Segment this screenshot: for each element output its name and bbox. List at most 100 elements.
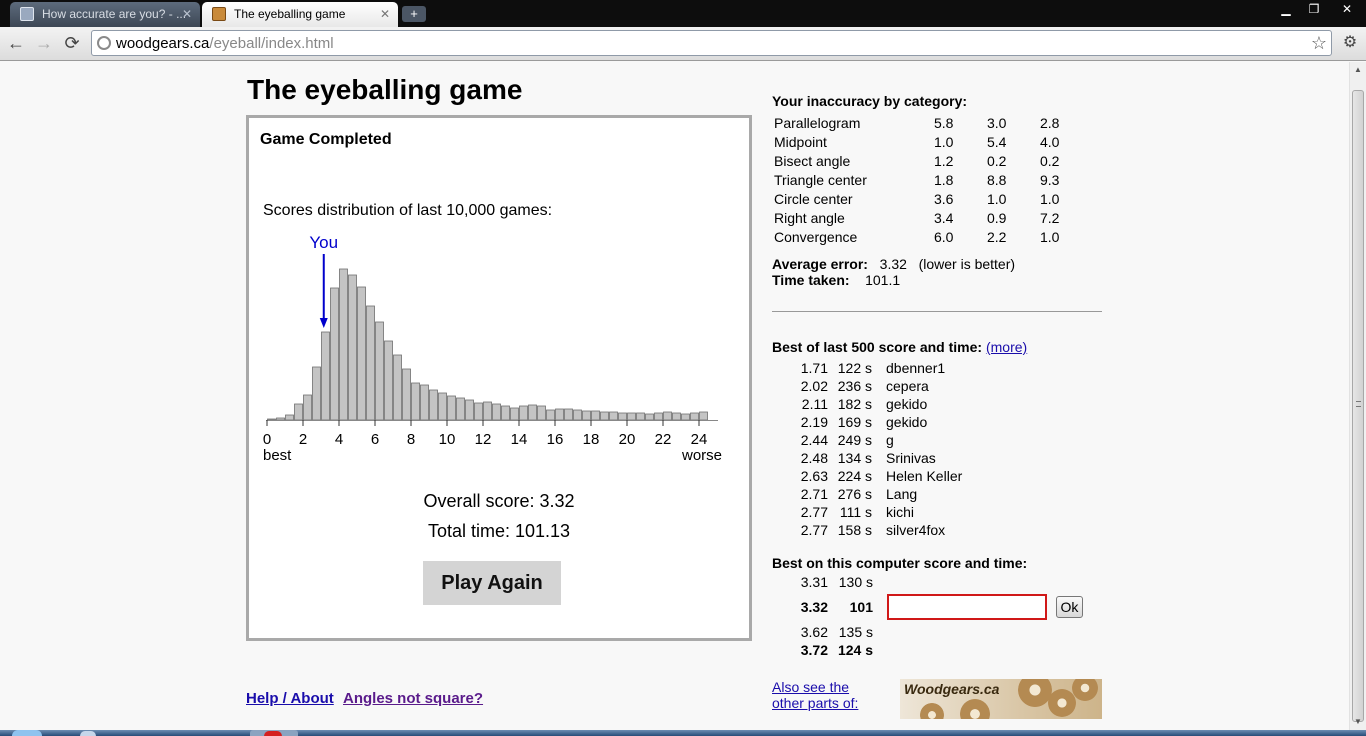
best-score-row: 1.71 122 s dbenner1 [800,359,962,377]
scroll-up-arrow-icon[interactable]: ▲ [1350,62,1366,78]
best-score-score: 2.77 [800,504,828,520]
category-value: 3.4 [934,209,954,226]
histogram-bar [447,395,456,421]
reload-icon[interactable]: ⟳ [61,32,83,54]
histogram-bar [285,414,294,421]
woodgears-banner[interactable]: Woodgears.ca [900,679,1102,719]
globe-icon [97,36,111,50]
histogram-bar [267,418,276,421]
histogram-bar [537,405,546,421]
back-arrow-icon[interactable]: ← [5,32,27,54]
grip-icon [1356,401,1361,407]
restore-button[interactable]: ❐ [1300,0,1328,18]
category-name: Circle center [774,190,853,207]
best-computer-heading: Best on this computer score and time: [772,555,1028,571]
histogram-bar [681,413,690,421]
histogram-bar [303,394,312,421]
x-tick-label: 0 [263,431,271,448]
category-name: Bisect angle [774,152,851,169]
scrollbar-thumb[interactable] [1352,90,1364,722]
total-time: Total time: 101.13 [427,521,571,541]
best-score-time: 169 s [837,414,872,430]
vertical-scrollbar[interactable]: ▲ ▼ [1349,62,1366,730]
close-icon[interactable]: ✕ [380,2,390,26]
category-value: 5.8 [934,114,954,131]
browser-toolbar: ← → ⟳ woodgears.ca/eyeball/index.html ☆ … [0,27,1366,61]
see-also-link[interactable]: Also see the other parts of: [772,679,882,711]
computer-score-score: 3.62 [800,624,828,640]
best-score-name: silver4fox [886,522,946,538]
worse-label: worse [681,447,722,464]
best-500-table: 1.71 122 s dbenner1 2.02 236 s cepera 2.11 182 … [800,359,963,539]
category-value: 1.8 [934,171,954,188]
ok-button[interactable]: Ok [1056,596,1083,618]
best-score-time: 122 s [837,360,872,376]
best-score-score: 2.02 [800,378,828,394]
page-icon [20,7,34,21]
histogram-bar [483,401,492,421]
scroll-down-arrow-icon[interactable]: ▼ [1350,714,1366,730]
histogram-bar [699,411,708,421]
player-name-input[interactable] [887,594,1047,620]
histogram-bar [501,405,510,421]
close-icon[interactable]: ✕ [182,2,192,26]
help-about-link[interactable]: Help / About [246,690,334,707]
category-name: Triangle center [774,171,867,188]
tab-title: How accurate are you? - ... [42,7,187,21]
best-score-name: gekido [886,414,928,430]
category-value: 6.0 [934,228,954,245]
histogram-bar [528,404,537,421]
category-row: Circle center 3.6 1.0 1.0 [772,189,1091,208]
histogram-bar [402,368,411,421]
url-text[interactable]: woodgears.ca/eyeball/index.html [116,35,334,52]
forward-arrow-icon[interactable]: → [33,32,55,54]
category-name: Midpoint [774,133,827,150]
best-score-row: 2.63 224 s Helen Keller [800,467,963,485]
histogram-bar [429,389,438,421]
histogram-bar [627,412,636,421]
histogram-bar [519,405,528,421]
category-row: Parallelogram 5.8 3.0 2.8 [772,113,1091,132]
histogram-bar [357,286,366,421]
angles-not-square-link[interactable]: Angles not square? [343,690,483,707]
best-score-time: 249 s [837,432,872,448]
category-value: 1.0 [934,133,954,150]
histogram-bar [618,412,627,421]
wrench-menu-icon[interactable]: ⚙ [1339,32,1361,54]
taskbar-app-icon[interactable] [250,730,298,736]
best-score-name: gekido [886,396,928,412]
category-value: 1.0 [1040,190,1060,207]
category-value: 3.0 [987,114,1007,131]
minimize-button[interactable]: ▁ [1272,0,1300,18]
best-score-row: 2.71 276 s Lang [800,485,962,503]
average-error-note: (lower is better) [918,256,1016,272]
more-link[interactable]: (more) [986,339,1027,355]
average-error-value: 3.32 [879,256,907,272]
address-bar[interactable]: woodgears.ca/eyeball/index.html ☆ [91,30,1332,56]
window-close-button[interactable]: ✕ [1330,0,1364,18]
play-again-button[interactable]: Play Again [423,561,561,605]
histogram-bar [384,340,393,421]
tab-how-accurate[interactable]: How accurate are you? - ... ✕ [10,2,200,27]
histogram-bar [366,305,375,421]
histogram-bar [294,403,303,421]
best-score-row: 2.44 249 s g [800,431,962,449]
best-score-score: 2.71 [800,486,828,502]
category-value: 9.3 [1040,171,1060,188]
you-arrow-icon [319,318,328,328]
taskbar-app-icon[interactable] [80,731,96,736]
histogram-bar [330,287,339,421]
best-score-row: 2.77 111 s kichi [800,503,962,521]
bookmark-star-icon[interactable]: ☆ [1311,31,1327,55]
category-value: 2.8 [1040,114,1060,131]
best-score-score: 1.71 [800,360,828,376]
best-score-row: 2.77 158 s silver4fox [800,521,962,539]
tab-eyeballing-game[interactable]: The eyeballing game ✕ [202,2,398,27]
best-score-name: Lang [886,486,918,502]
histogram-bar [654,412,663,421]
start-button[interactable] [12,730,42,736]
best-score-score: 2.77 [800,522,828,538]
histogram-bar [393,354,402,421]
category-value: 0.9 [987,209,1007,226]
new-tab-button[interactable]: + [402,6,426,22]
